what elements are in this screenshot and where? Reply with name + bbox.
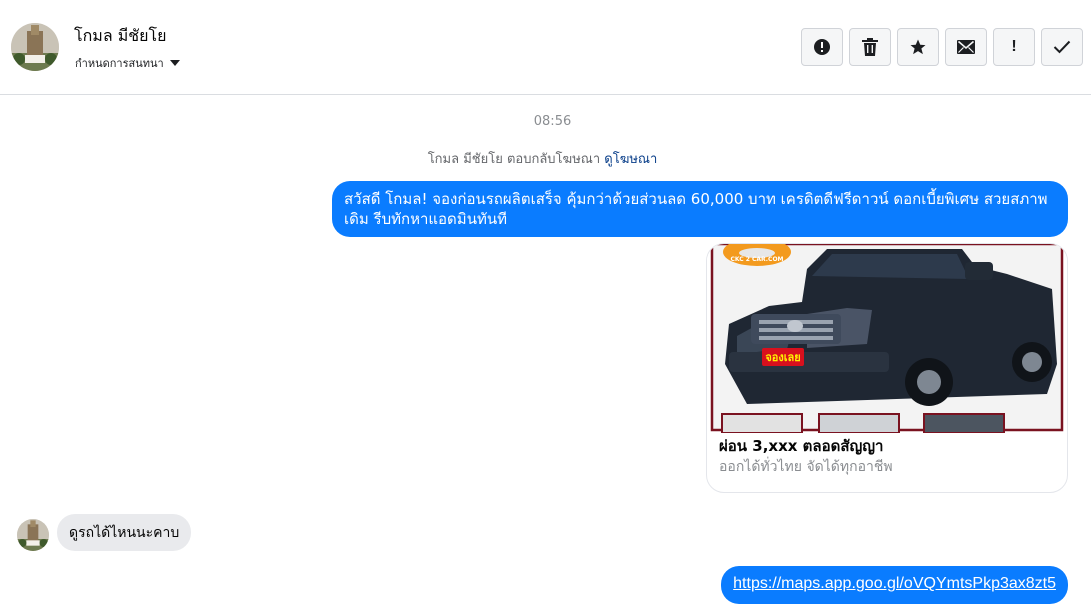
message-timestamp: 08:56	[533, 114, 572, 129]
view-ad-link[interactable]: ดูโฆษณา	[604, 152, 657, 167]
checkmark-icon	[1053, 40, 1071, 54]
sender-avatar[interactable]	[17, 519, 49, 551]
done-button[interactable]	[1041, 28, 1083, 66]
star-icon	[910, 39, 926, 55]
delete-button[interactable]	[849, 28, 891, 66]
ad-sticker-text: จองเลย	[765, 351, 800, 364]
alert-circle-icon	[814, 39, 830, 55]
trash-icon	[862, 38, 878, 56]
map-link[interactable]: https://maps.app.goo.gl/oVQYmtsPkp3ax8zt…	[733, 575, 1056, 592]
mark-unread-button[interactable]	[945, 28, 987, 66]
important-button[interactable]: !	[993, 28, 1035, 66]
contact-name: โกมล มีชัยโย	[74, 26, 167, 45]
ad-reply-text: โกมล มีชัยโย ตอบกลับโฆษณา	[427, 152, 601, 167]
contact-avatar[interactable]	[11, 23, 59, 71]
report-button[interactable]	[801, 28, 843, 66]
star-button[interactable]	[897, 28, 939, 66]
outgoing-link-bubble: https://maps.app.goo.gl/oVQYmtsPkp3ax8zt…	[721, 566, 1068, 604]
exclamation-icon: !	[1011, 38, 1017, 55]
conversation-header: โกมล มีชัยโย กำหนดการสนทนา !	[0, 0, 1091, 95]
ad-card-title: ผ่อน 3,xxx ตลอดสัญญา	[719, 437, 884, 455]
caret-down-icon	[169, 60, 180, 66]
ad-brand-text: CKC 2 CAR.COM	[730, 256, 783, 263]
incoming-message-bubble: ดูรถได้ไหนนะคาบ	[57, 514, 192, 551]
conversation-toolbar: !	[801, 28, 1083, 66]
conversation-settings-label: กำหนดการสนทนา	[75, 57, 164, 70]
conversation-settings-dropdown[interactable]: กำหนดการสนทนา	[75, 54, 180, 72]
outgoing-message-bubble: สวัสดี โกมล! จองก่อนรถผลิตเสร็จ คุ้มกว่า…	[332, 181, 1068, 237]
ad-card[interactable]: จองเลย CKC 2 CAR.COM ผ่อน 3,xxx ตลอดสัญญ…	[706, 243, 1068, 493]
ad-card-image: จองเลย CKC 2 CAR.COM	[707, 244, 1067, 434]
ad-card-subtitle: ออกได้ทั่วไทย จัดได้ทุกอาชีพ	[719, 459, 893, 475]
envelope-icon	[957, 40, 975, 54]
ad-reply-note: โกมล มีชัยโย ตอบกลับโฆษณา ดูโฆษณา	[0, 148, 1085, 169]
